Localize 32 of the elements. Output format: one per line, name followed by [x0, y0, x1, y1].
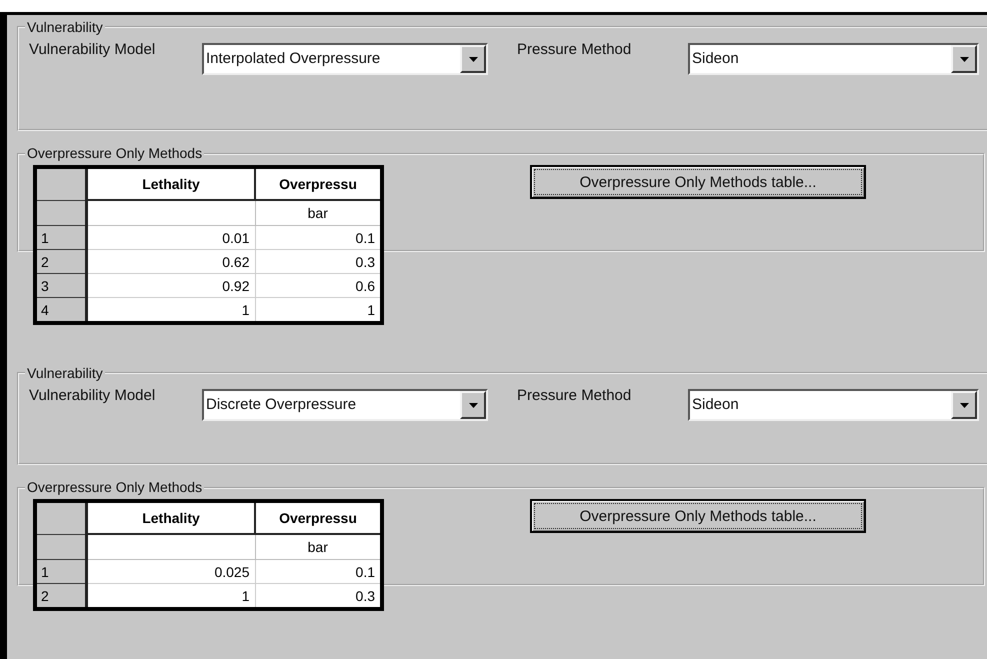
table-cell: 0.01 — [86, 226, 255, 250]
row-number: 2 — [35, 250, 86, 274]
row-number: 3 — [35, 274, 86, 298]
caret-icon — [468, 402, 478, 408]
row-number: 1 — [35, 560, 86, 584]
group-title: Overpressure Only Methods — [25, 145, 204, 161]
row-number: 4 — [35, 298, 86, 323]
methods-table-button[interactable]: Overpressure Only Methods table... — [530, 499, 866, 533]
group-title: Overpressure Only Methods — [25, 479, 204, 495]
grid-corner — [35, 501, 86, 534]
column-header: Lethality — [86, 167, 255, 200]
table-cell: 0.025 — [86, 560, 255, 584]
group-title: Vulnerability — [26, 365, 104, 381]
field-label: Pressure Method — [517, 40, 632, 58]
column-header: Lethality — [86, 501, 255, 534]
group-title: Vulnerability — [26, 19, 104, 35]
table-cell: 0.92 — [86, 274, 255, 298]
row-number: 1 — [35, 226, 86, 250]
caret-icon — [960, 402, 968, 408]
field-label: Vulnerability Model — [29, 40, 156, 58]
row-number: 2 — [35, 584, 86, 609]
grid-corner — [35, 167, 86, 200]
table-cell: 0.62 — [86, 250, 255, 274]
model-dropdown[interactable]: Discrete Overpressure — [202, 389, 488, 421]
field-label: Vulnerability Model — [29, 386, 156, 404]
pressure-dropdown[interactable]: Sideon — [688, 43, 979, 75]
field-label: Pressure Method — [517, 386, 632, 404]
methods-table-button[interactable]: Overpressure Only Methods table... — [530, 165, 866, 199]
caret-icon — [468, 56, 478, 62]
caret-icon — [960, 56, 968, 62]
pressure-dropdown[interactable]: Sideon — [688, 389, 979, 421]
model-dropdown[interactable]: Interpolated Overpressure — [202, 43, 488, 75]
